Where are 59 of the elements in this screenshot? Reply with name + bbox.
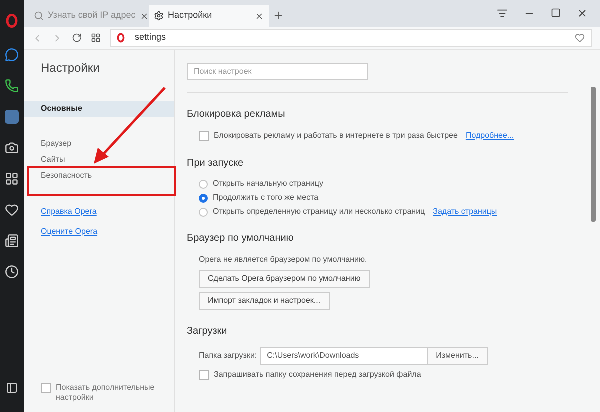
nav-item[interactable]: Безопасность xyxy=(24,168,174,184)
search-icon xyxy=(34,11,44,21)
address-field[interactable]: settings xyxy=(110,29,592,47)
radio-label: Продолжить с того же места xyxy=(213,192,319,204)
reload-icon[interactable] xyxy=(72,33,82,43)
checkbox-label: Показать дополнительные настройки xyxy=(56,383,156,403)
maximize-icon[interactable] xyxy=(551,8,561,18)
radio-button[interactable] xyxy=(199,208,208,216)
phone-icon[interactable] xyxy=(5,79,19,93)
nav-item[interactable]: Сайты xyxy=(24,152,174,168)
close-icon[interactable] xyxy=(140,12,149,20)
opera-logo-icon[interactable] xyxy=(6,14,18,28)
address-text: settings xyxy=(135,31,168,44)
radio-button[interactable] xyxy=(199,180,208,188)
radio-label: Открыть определенную страницу или несколько страниц xyxy=(213,206,426,218)
new-tab-icon[interactable] xyxy=(273,10,284,21)
chat-bubble-icon[interactable] xyxy=(5,48,19,62)
browser-tab[interactable]: Узнать свой IP адрес xyxy=(29,5,149,27)
tab-title: Узнать свой IP адрес xyxy=(48,9,136,22)
clock-icon[interactable] xyxy=(5,265,19,279)
tab-title: Настройки xyxy=(168,9,214,22)
radio-label: Открыть начальную страницу xyxy=(213,178,324,190)
nav-item[interactable]: Браузер xyxy=(24,136,174,152)
settings-icon xyxy=(154,11,164,21)
checkbox-label: Блокировать рекламу и работать в интернете в три раза быстрее xyxy=(214,130,458,142)
settings-button[interactable]: Импорт закладок и настроек... xyxy=(199,292,330,310)
settings-button[interactable]: Сделать Opera браузером по умолчанию xyxy=(199,270,370,288)
camera-icon[interactable] xyxy=(5,141,19,155)
settings-title: Настройки xyxy=(40,60,101,77)
browser-tab[interactable]: Настройки xyxy=(149,5,269,27)
folder-label: Папка загрузки: xyxy=(199,350,258,362)
change-button[interactable]: Изменить... xyxy=(427,347,488,365)
settings-link[interactable]: Задать страницы xyxy=(433,206,498,218)
radio-button[interactable] xyxy=(199,194,208,202)
section-title: Блокировка рекламы xyxy=(187,108,286,122)
news-icon[interactable] xyxy=(5,234,19,248)
help-link[interactable]: Оцените Opera xyxy=(41,226,174,238)
folder-field[interactable]: C:\Users\work\Downloads xyxy=(260,347,428,365)
help-link[interactable]: Справка Opera xyxy=(41,206,174,218)
close-icon[interactable] xyxy=(255,12,264,20)
sidebar-toggle-icon[interactable] xyxy=(6,382,18,394)
close-icon[interactable] xyxy=(577,8,588,19)
heart-icon[interactable] xyxy=(5,203,19,217)
section-title: Загрузки xyxy=(187,325,228,339)
grid-icon[interactable] xyxy=(5,172,19,186)
opera-logo-icon xyxy=(117,33,125,43)
settings-link[interactable]: Подробнее... xyxy=(466,130,514,142)
menu-icon[interactable] xyxy=(497,8,508,19)
scrollbar-thumb[interactable] xyxy=(591,87,596,222)
search-field[interactable]: Поиск настроек xyxy=(187,63,368,80)
grid-icon[interactable] xyxy=(91,33,101,43)
checkbox[interactable] xyxy=(199,370,209,380)
status-text: Opera не является браузером по умолчанию. xyxy=(199,254,368,266)
section-title: Браузер по умолчанию xyxy=(187,232,295,246)
nav-item[interactable]: Основные xyxy=(24,101,174,117)
checkbox[interactable] xyxy=(199,131,209,141)
checkbox-label: Запрашивать папку сохранения перед загрузкой файла xyxy=(214,369,422,381)
section-title: При запуске xyxy=(187,157,245,171)
checkbox[interactable] xyxy=(41,383,51,393)
